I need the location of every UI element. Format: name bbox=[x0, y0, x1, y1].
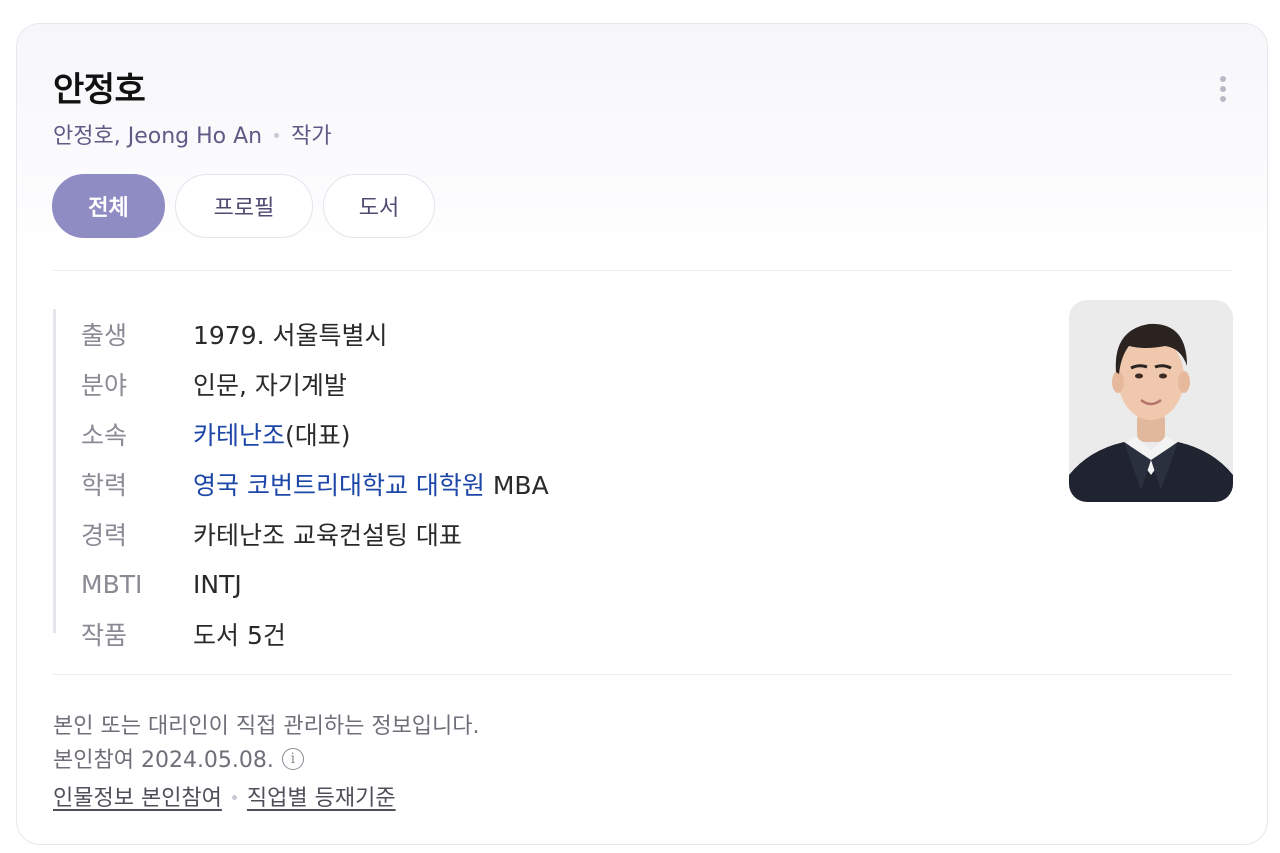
education-link[interactable]: 영국 코번트리대학교 대학원 bbox=[193, 471, 485, 500]
info-circle-icon[interactable]: i bbox=[281, 748, 304, 770]
affiliation-suffix: (대표) bbox=[285, 421, 351, 450]
tab-profile[interactable]: 프로필 bbox=[175, 174, 313, 238]
listing-criteria-link[interactable]: 직업별 등재기준 bbox=[247, 786, 396, 811]
profile-photo[interactable] bbox=[1069, 300, 1233, 502]
row-label: MBTI bbox=[81, 569, 143, 599]
profile-row-field: 분야 인문, 자기계발 bbox=[81, 359, 549, 409]
footer-links: 인물정보 본인참여 직업별 등재기준 bbox=[53, 780, 396, 812]
affiliation-value: 카테난조(대표) bbox=[193, 416, 351, 452]
person-subtitle: 안정호, Jeong Ho An 작가 bbox=[53, 118, 332, 150]
separator-dot bbox=[274, 132, 280, 138]
tab-books[interactable]: 도서 bbox=[323, 174, 435, 238]
row-label: 출생 bbox=[81, 321, 128, 350]
profile-row-affiliation: 소속 카테난조(대표) bbox=[81, 409, 549, 459]
career-value: 카테난조 교육컨설팅 대표 bbox=[193, 521, 462, 550]
profile-row-mbti: MBTI INTJ bbox=[81, 559, 549, 609]
mbti-value: INTJ bbox=[193, 569, 242, 599]
row-label: 경력 bbox=[81, 521, 128, 550]
footer-divider bbox=[53, 674, 1233, 675]
more-options-icon[interactable] bbox=[1211, 76, 1235, 102]
affiliation-link[interactable]: 카테난조 bbox=[193, 421, 285, 450]
participation-text: 본인참여 2024.05.08. bbox=[53, 748, 274, 773]
birth-value: 1979. 서울특별시 bbox=[193, 321, 388, 350]
profile-row-works: 작품 도서 5건 bbox=[81, 609, 549, 659]
field-value: 인문, 자기계발 bbox=[193, 371, 347, 400]
tab-bar: 전체 프로필 도서 bbox=[52, 174, 435, 238]
tab-all[interactable]: 전체 bbox=[52, 174, 165, 238]
self-participation-link[interactable]: 인물정보 본인참여 bbox=[53, 786, 222, 811]
education-value: 영국 코번트리대학교 대학원 MBA bbox=[193, 466, 549, 502]
person-aliases: 안정호, Jeong Ho An bbox=[53, 124, 263, 149]
profile-row-birth: 출생 1979. 서울특별시 bbox=[81, 309, 549, 359]
profile-row-education: 학력 영국 코번트리대학교 대학원 MBA bbox=[81, 459, 549, 509]
participation-date: 본인참여 2024.05.08. i bbox=[53, 742, 304, 774]
profile-row-career: 경력 카테난조 교육컨설팅 대표 bbox=[81, 509, 549, 559]
row-label: 소속 bbox=[81, 421, 128, 450]
person-occupation: 작가 bbox=[291, 124, 332, 149]
person-name: 안정호 bbox=[53, 70, 146, 110]
header-divider bbox=[53, 270, 1233, 271]
education-suffix: MBA bbox=[484, 471, 549, 500]
row-label: 작품 bbox=[81, 621, 128, 650]
separator-dot bbox=[231, 794, 237, 800]
profile-info-list: 출생 1979. 서울특별시 분야 인문, 자기계발 소속 카테난조(대표) 학… bbox=[53, 309, 549, 650]
works-link[interactable]: 도서 5건 bbox=[193, 616, 286, 652]
footer-note: 본인 또는 대리인이 직접 관리하는 정보입니다. bbox=[53, 714, 480, 739]
row-label: 학력 bbox=[81, 471, 128, 500]
person-info-card: 안정호 안정호, Jeong Ho An 작가 전체 프로필 도서 출생 1979… bbox=[16, 23, 1268, 845]
row-label: 분야 bbox=[81, 371, 128, 400]
